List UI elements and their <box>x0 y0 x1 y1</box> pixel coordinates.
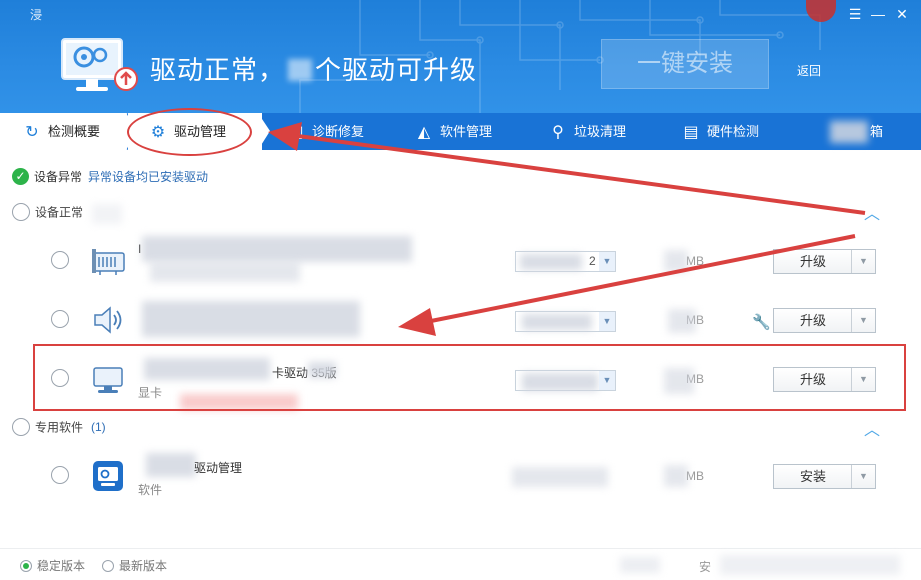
tab-label: 垃圾清理 <box>574 124 627 139</box>
footer-bar: 稳定版本 最新版本 安 <box>0 548 921 580</box>
driver-row: I 2 ▼ MB 升级 ▼ <box>0 232 921 290</box>
chevron-down-icon[interactable]: ▼ <box>851 465 875 488</box>
tab-software-management[interactable]: ◭ 软件管理 <box>414 113 492 150</box>
redacted-device-sub <box>150 262 300 282</box>
upgrade-label: 升级 <box>799 254 826 269</box>
chevron-down-icon: ▼ <box>599 252 615 271</box>
row-select-radio[interactable] <box>51 310 69 328</box>
tab-toolbox[interactable]: 箱 <box>830 113 884 150</box>
tab-separator <box>258 113 270 150</box>
driver-manager-app-icon <box>93 461 123 491</box>
annotation-ellipse <box>127 108 252 156</box>
group-normal-radio[interactable] <box>12 203 30 221</box>
group-software-radio[interactable] <box>12 418 30 436</box>
header-banner: 浸 ☰ — ✕ 驱动正常， 个驱动可升级 一键安装 返回 <box>0 0 921 113</box>
wrench-icon[interactable]: 🔧 <box>752 313 771 331</box>
tab-label: 软件管理 <box>440 124 493 139</box>
device-abnormal-status: ✓ 设备异常 异常设备均已安装驱动 <box>12 168 208 188</box>
tab-label: 箱 <box>870 124 884 139</box>
group-normal-devices[interactable]: 设备正常 <box>12 203 83 223</box>
install-button[interactable]: 安装 ▼ <box>773 464 876 489</box>
close-icon[interactable]: ✕ <box>893 6 911 23</box>
redacted-version <box>512 467 608 487</box>
row-select-radio[interactable] <box>51 251 69 269</box>
triangle-logo-icon: ◭ <box>417 124 431 141</box>
tab-label: 硬件检测 <box>707 124 760 139</box>
software-category: 软件 <box>138 483 163 497</box>
tab-overview[interactable]: ↻ 检测概要 <box>0 113 128 150</box>
tab-junk-cleanup[interactable]: ⚲ 垃圾清理 <box>548 113 626 150</box>
redacted-tab-text <box>830 121 868 143</box>
group-dedicated-software[interactable]: 专用软件 (1) <box>12 418 106 438</box>
collapse-chevron-icon[interactable]: ︿ <box>864 423 882 439</box>
group-normal-label: 设备正常 <box>35 205 84 220</box>
annotation-highlight-box <box>33 344 906 411</box>
redacted-version <box>522 314 592 330</box>
redacted-count <box>288 59 313 81</box>
stable-version-radio[interactable] <box>20 560 32 572</box>
footer-right-text: 安 <box>699 560 712 574</box>
redacted-size <box>668 309 696 333</box>
tab-hardware-check[interactable]: ▤ 硬件检测 <box>681 113 759 150</box>
back-link[interactable]: 返回 <box>797 62 821 79</box>
device-name: I <box>138 242 142 256</box>
tab-diagnose-repair[interactable]: ▣ 诊断修复 <box>286 113 364 150</box>
redacted-count <box>92 204 122 224</box>
stable-version-option[interactable]: 稳定版本 <box>20 557 85 574</box>
upgrade-label: 升级 <box>799 313 826 328</box>
status-suffix: 个驱动可升级 <box>315 55 478 85</box>
redacted-size <box>664 465 688 487</box>
latest-version-radio[interactable] <box>102 560 114 572</box>
redacted-footer-text <box>620 557 660 573</box>
monitor-gear-icon <box>61 38 138 91</box>
driver-status-text: 驱动正常， 个驱动可升级 <box>150 50 477 87</box>
software-name: 驱动管理 <box>194 461 243 475</box>
broom-icon: ⚲ <box>552 124 564 141</box>
tab-label: 诊断修复 <box>312 124 365 139</box>
collapse-chevron-icon[interactable]: ︿ <box>864 207 882 223</box>
chevron-down-icon[interactable]: ▼ <box>851 250 875 273</box>
version-select[interactable]: 2 ▼ <box>515 251 616 272</box>
chevron-down-icon: ▼ <box>599 312 615 331</box>
redacted-device-name <box>142 301 360 337</box>
row-select-radio[interactable] <box>51 466 69 484</box>
check-circle-icon: ✓ <box>12 168 29 185</box>
device-abnormal-label: 设备异常 <box>34 170 83 184</box>
latest-version-option[interactable]: 最新版本 <box>102 557 167 574</box>
software-row: 驱动管理 软件 MB 安装 ▼ <box>0 447 921 505</box>
version-select[interactable]: ▼ <box>515 311 616 332</box>
driver-size: MB <box>686 254 704 268</box>
minimize-icon[interactable]: — <box>869 6 887 22</box>
upgrade-button[interactable]: 升级 ▼ <box>773 249 876 274</box>
app-title: 浸 <box>30 8 43 22</box>
device-abnormal-desc: 异常设备均已安装驱动 <box>88 170 209 184</box>
latest-version-label: 最新版本 <box>119 559 168 573</box>
network-card-icon <box>92 249 125 275</box>
refresh-icon: ↻ <box>25 124 39 141</box>
tab-label: 检测概要 <box>48 124 101 139</box>
install-label: 安装 <box>799 469 826 484</box>
group-software-label: 专用软件 <box>35 420 84 435</box>
stable-version-label: 稳定版本 <box>37 559 86 573</box>
redacted-software-name <box>146 453 196 477</box>
driver-row: ▼ MB 🔧 升级 ▼ <box>0 291 921 349</box>
toolbox-icon: ▣ <box>288 124 304 141</box>
one-click-install-button[interactable]: 一键安装 <box>601 39 769 89</box>
status-main: 驱动正常， <box>150 55 286 85</box>
menu-icon[interactable]: ☰ <box>846 6 864 23</box>
redacted-size <box>664 250 688 272</box>
group-software-count: (1) <box>91 420 106 434</box>
redacted-device-name <box>142 236 412 262</box>
redacted-footer-right <box>720 555 900 575</box>
chevron-down-icon[interactable]: ▼ <box>851 309 875 332</box>
software-size: MB <box>686 469 704 483</box>
monitor-chart-icon: ▤ <box>683 124 699 141</box>
version-text: 2 <box>589 254 596 268</box>
redacted-version <box>520 254 582 270</box>
upgrade-button[interactable]: 升级 ▼ <box>773 308 876 333</box>
speaker-icon <box>94 306 122 334</box>
